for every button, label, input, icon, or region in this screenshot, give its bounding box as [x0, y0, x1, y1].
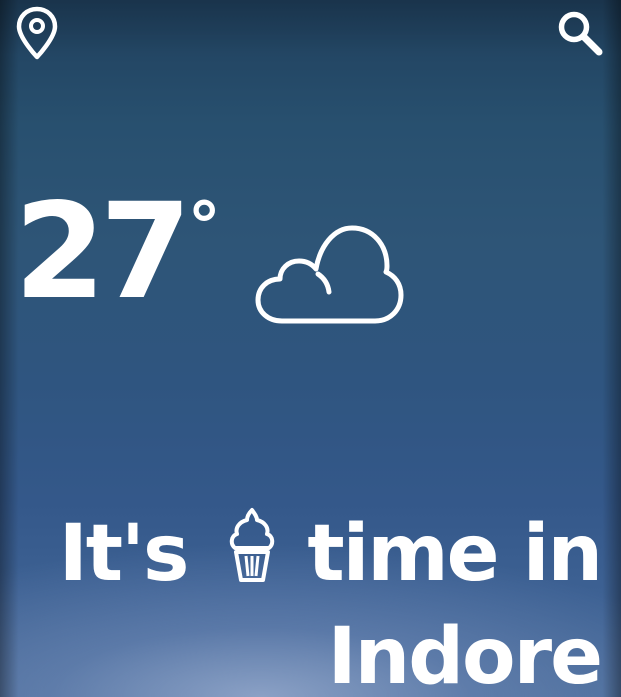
temperature-display: 27 °	[14, 186, 221, 318]
temperature-value: 27	[14, 175, 192, 329]
degree-symbol: °	[187, 188, 221, 265]
search-icon	[558, 11, 603, 56]
weather-condition	[254, 220, 404, 334]
message-prefix: It's	[58, 509, 190, 599]
ice-cream-icon	[227, 504, 277, 613]
weather-message: It's time in Indore	[58, 500, 603, 697]
map-pin-icon	[16, 6, 58, 60]
city-name: Indore	[327, 612, 603, 697]
search-button[interactable]	[555, 8, 605, 62]
message-line-1: It's time in	[58, 500, 603, 609]
cloud-icon	[255, 225, 404, 324]
location-button[interactable]	[14, 6, 60, 64]
message-middle: time in	[307, 509, 603, 599]
message-line-2: Indore	[59, 603, 603, 697]
